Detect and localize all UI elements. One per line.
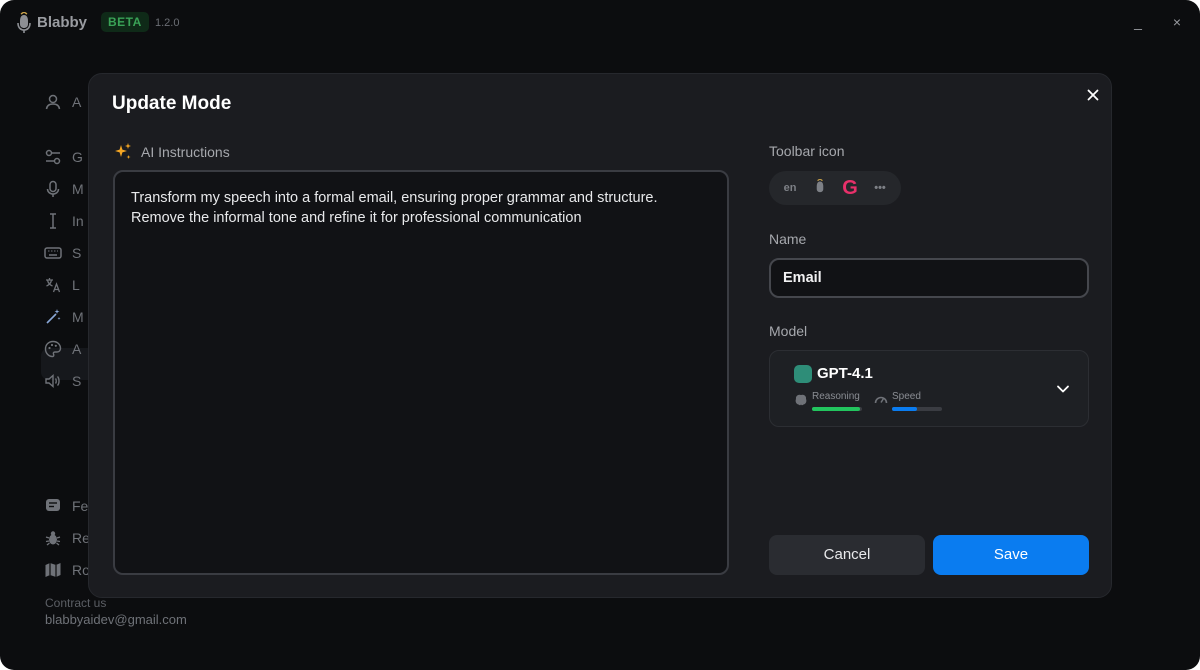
brain-icon	[795, 394, 807, 406]
palette-icon	[44, 340, 62, 358]
save-button[interactable]: Save	[933, 535, 1089, 575]
contact-label: Contract us	[45, 596, 107, 610]
window-close-button[interactable]: ×	[1167, 12, 1187, 32]
grammar-g-icon[interactable]: G	[839, 177, 861, 199]
feedback-icon	[46, 499, 60, 511]
cancel-button[interactable]: Cancel	[769, 535, 925, 575]
app-window: Blabby BETA 1.2.0 _ × A G M In S L M A S…	[0, 0, 1200, 670]
blabby-mic-icon[interactable]	[809, 177, 831, 199]
contact-email-link[interactable]: blabbyaidev@gmail.com	[45, 612, 187, 627]
dialog-title: Update Mode	[112, 93, 232, 114]
reasoning-bar	[812, 407, 862, 411]
sidebar-item-label: M	[72, 309, 84, 325]
sliders-icon	[45, 149, 61, 165]
ai-instructions-label: AI Instructions	[141, 144, 230, 160]
model-dropdown[interactable]: GPT-4.1 Reasoning Speed	[769, 350, 1089, 427]
sidebar-item-label: M	[72, 181, 84, 197]
microphone-mascot-icon	[816, 179, 824, 193]
speedometer-icon	[874, 396, 888, 404]
minimize-button[interactable]: _	[1128, 12, 1148, 32]
speed-label: Speed	[892, 391, 921, 402]
ai-instructions-textarea[interactable]: Transform my speech into a formal email,…	[113, 170, 729, 575]
openai-logo-icon	[794, 365, 812, 383]
sidebar-item-label: L	[72, 277, 80, 293]
reasoning-metric: Reasoning	[794, 391, 866, 415]
beta-badge: BETA	[101, 12, 149, 32]
sidebar-item-label: In	[72, 213, 84, 229]
ai-instructions-header: AI Instructions	[113, 142, 230, 162]
language-en-icon[interactable]: en	[779, 177, 801, 199]
bug-icon	[45, 531, 61, 546]
sidebar-item-label: G	[72, 149, 83, 165]
user-icon	[45, 94, 61, 110]
title-bar: Blabby BETA 1.2.0 _ ×	[0, 0, 1200, 46]
toolbar-icon-label: Toolbar icon	[769, 143, 845, 159]
name-input[interactable]: Email	[769, 258, 1089, 298]
chevron-down-icon	[1057, 385, 1069, 393]
sidebar-item-label: A	[72, 94, 82, 110]
speaker-icon	[45, 373, 60, 389]
more-options-icon[interactable]: •••	[869, 177, 891, 199]
blabby-logo-icon	[17, 12, 31, 33]
sidebar-item-label: Fe	[72, 498, 89, 514]
toolbar-icon-picker: en G •••	[769, 171, 901, 205]
update-mode-dialog: Update Mode AI Instructions Transform my…	[88, 73, 1112, 598]
map-icon	[45, 563, 61, 577]
sparkle-icon	[115, 143, 131, 159]
sidebar-item-label: S	[72, 245, 82, 261]
app-version: 1.2.0	[155, 17, 180, 29]
reasoning-label: Reasoning	[812, 391, 860, 402]
translate-icon	[46, 278, 61, 293]
mode-settings-column: Toolbar icon en G ••• Name Email Model G…	[769, 74, 1089, 597]
model-name: GPT-4.1	[817, 365, 873, 382]
name-label: Name	[769, 231, 807, 247]
text-cursor-icon	[50, 213, 56, 229]
reasoning-bar-fill	[812, 407, 860, 411]
speed-bar-fill	[892, 407, 917, 411]
keyboard-icon	[44, 247, 62, 259]
magic-wand-icon	[46, 309, 61, 324]
speed-bar	[892, 407, 942, 411]
sidebar-item-label: S	[72, 373, 82, 389]
microphone-icon	[46, 180, 60, 197]
speed-metric: Speed	[874, 391, 946, 415]
app-name: Blabby	[37, 14, 88, 31]
model-label: Model	[769, 323, 808, 339]
sidebar-item-label: A	[72, 341, 82, 357]
